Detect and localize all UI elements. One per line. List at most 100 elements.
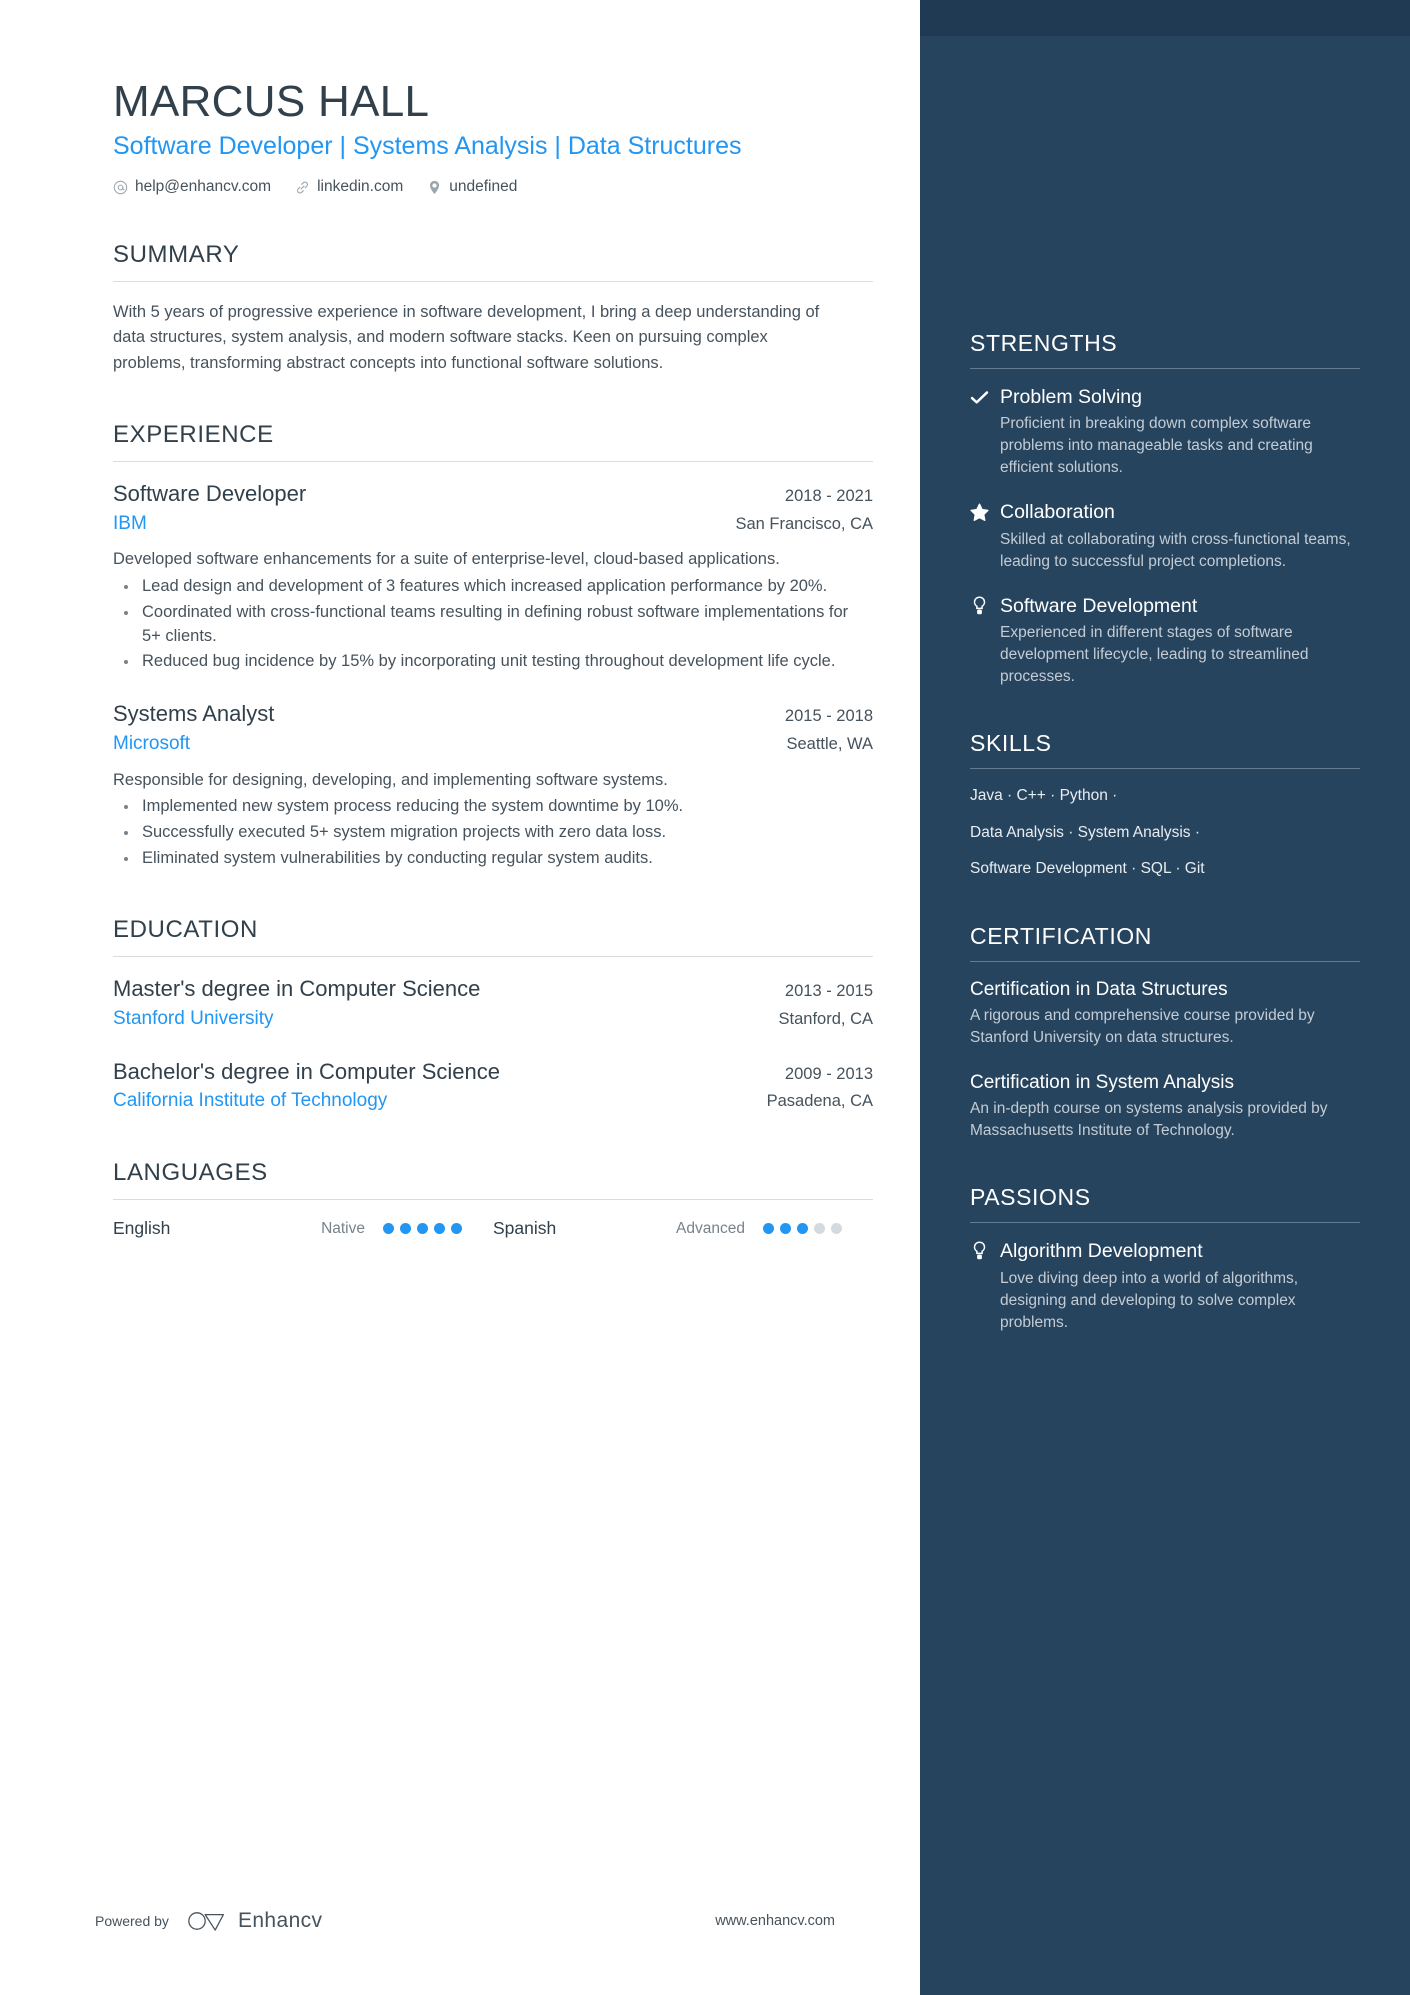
section-summary: SUMMARY With 5 years of progressive expe… [113, 241, 873, 376]
page-footer: Powered by Enhancv www.enhancv.com [95, 1909, 835, 1933]
link-icon [295, 180, 310, 195]
experience-date: 2018 - 2021 [784, 487, 873, 506]
lightbulb-icon [970, 1241, 989, 1261]
certification-item: Certification in System Analysis An in-d… [970, 1071, 1360, 1142]
sidebar-top-accent [920, 0, 1410, 36]
summary-text: With 5 years of progressive experience i… [113, 303, 820, 372]
experience-bullets: Implemented new system process reducing … [113, 795, 873, 871]
contact-linkedin-text: linkedin.com [317, 178, 404, 196]
contact-list: help@enhancv.com linkedin.com undefined [113, 178, 873, 196]
experience-divider [113, 461, 873, 463]
section-strengths: STRENGTHS Problem Solving Proficient in … [970, 330, 1360, 688]
contact-email-text: help@enhancv.com [135, 178, 272, 196]
rating-dot [797, 1223, 808, 1235]
contact-location-text: undefined [449, 178, 518, 196]
experience-heading: EXPERIENCE [113, 420, 274, 448]
rating-dot [831, 1223, 842, 1235]
language-level: Advanced [676, 1219, 745, 1237]
section-languages: LANGUAGES English Native Spanish Advance… [113, 1158, 873, 1239]
list-item: Reduced bug incidence by 15% by incorpor… [113, 650, 853, 674]
list-item: Coordinated with cross-functional teams … [113, 601, 853, 649]
passion-name: Algorithm Development [1000, 1240, 1203, 1263]
language-item: English Native [113, 1218, 493, 1239]
section-skills: SKILLS Java · C++ · Python · Data Analys… [970, 730, 1360, 880]
certification-name: Certification in System Analysis [970, 1071, 1234, 1093]
skills-line: Data Analysis · System Analysis · [970, 823, 1200, 841]
certification-name: Certification in Data Structures [970, 978, 1228, 1000]
languages-divider [113, 1199, 873, 1201]
sidebar: STRENGTHS Problem Solving Proficient in … [920, 0, 1410, 1995]
rating-dot [763, 1223, 774, 1235]
education-location: Pasadena, CA [766, 1092, 873, 1111]
skills-divider [970, 768, 1360, 770]
summary-heading: SUMMARY [113, 241, 240, 269]
experience-description: Responsible for designing, developing, a… [113, 770, 668, 789]
experience-entry: Systems Analyst 2015 - 2018 Microsoft Se… [113, 700, 873, 870]
strength-description: Proficient in breaking down complex soft… [1000, 415, 1313, 477]
list-item: Implemented new system process reducing … [113, 795, 853, 819]
check-icon [970, 388, 989, 407]
strength-name: Software Development [1000, 594, 1198, 617]
section-education: EDUCATION Master's degree in Computer Sc… [113, 916, 873, 1114]
education-entry: Master's degree in Computer Science 2013… [113, 975, 873, 1031]
education-date: 2013 - 2015 [784, 982, 873, 1001]
powered-by-label: Powered by [95, 1913, 169, 1929]
rating-dot [383, 1223, 394, 1235]
candidate-name: MARCUS HALL [113, 77, 430, 126]
passions-divider [970, 1222, 1360, 1224]
enhancv-url[interactable]: www.enhancv.com [715, 1913, 835, 1929]
strength-item: Collaboration Skilled at collaborating w… [970, 500, 1360, 572]
skills-line: Software Development · SQL · Git [970, 860, 1205, 878]
main-column: MARCUS HALL Software Developer | Systems… [0, 0, 920, 1995]
language-item: Spanish Advanced [493, 1218, 873, 1239]
education-degree: Master's degree in Computer Science [113, 976, 481, 1002]
passion-item: Algorithm Development Love diving deep i… [970, 1239, 1360, 1333]
rating-dot [814, 1223, 825, 1235]
strength-description: Experienced in different stages of softw… [1000, 624, 1309, 686]
strength-description: Skilled at collaborating with cross-func… [1000, 530, 1351, 570]
rating-dot [400, 1223, 411, 1235]
location-pin-icon [427, 180, 442, 195]
experience-role: Systems Analyst [113, 701, 275, 727]
enhancv-wordmark: Enhancv [237, 1909, 323, 1932]
star-half-icon [970, 503, 989, 522]
strength-item: Problem Solving Proficient in breaking d… [970, 385, 1360, 479]
contact-location[interactable]: undefined [427, 178, 517, 196]
contact-email[interactable]: help@enhancv.com [113, 178, 271, 196]
strengths-heading: STRENGTHS [970, 330, 1118, 356]
languages-heading: LANGUAGES [113, 1158, 268, 1186]
strength-name: Collaboration [1000, 501, 1115, 524]
experience-location: San Francisco, CA [735, 514, 873, 533]
experience-company[interactable]: IBM [113, 512, 147, 537]
language-rating [383, 1223, 462, 1235]
list-item: Successfully executed 5+ system migratio… [113, 821, 853, 845]
certification-item: Certification in Data Structures A rigor… [970, 978, 1360, 1049]
skills-heading: SKILLS [970, 730, 1052, 757]
rating-dot [417, 1223, 428, 1235]
experience-entry: Software Developer 2018 - 2021 IBM San F… [113, 480, 873, 674]
education-degree: Bachelor's degree in Computer Science [113, 1058, 500, 1084]
language-rating [763, 1223, 842, 1235]
passions-heading: PASSIONS [970, 1184, 1091, 1211]
certification-description: An in-depth course on systems analysis p… [970, 1100, 1328, 1140]
experience-role: Software Developer [113, 481, 307, 507]
certification-divider [970, 960, 1360, 962]
language-name: Spanish [493, 1218, 557, 1239]
section-experience: EXPERIENCE Software Developer 2018 - 202… [113, 420, 873, 871]
education-school[interactable]: Stanford University [113, 1007, 274, 1032]
education-location: Stanford, CA [778, 1009, 873, 1028]
enhancv-mark-icon [188, 1912, 224, 1931]
passion-description: Love diving deep into a world of algorit… [1000, 1269, 1299, 1331]
rating-dot [780, 1223, 791, 1235]
section-passions: PASSIONS Algorithm Development Love divi… [970, 1184, 1360, 1333]
education-school[interactable]: California Institute of Technology [113, 1089, 387, 1114]
education-divider [113, 956, 873, 958]
experience-company[interactable]: Microsoft [113, 732, 190, 757]
certification-description: A rigorous and comprehensive course prov… [970, 1006, 1315, 1046]
section-certification: CERTIFICATION Certification in Data Stru… [970, 923, 1360, 1143]
enhancv-logo: Enhancv [187, 1909, 323, 1933]
languages-row: English Native Spanish Advanced [113, 1218, 873, 1239]
candidate-headline: Software Developer | Systems Analysis | … [113, 131, 742, 160]
experience-description: Developed software enhancements for a su… [113, 550, 780, 569]
contact-linkedin[interactable]: linkedin.com [295, 178, 403, 196]
